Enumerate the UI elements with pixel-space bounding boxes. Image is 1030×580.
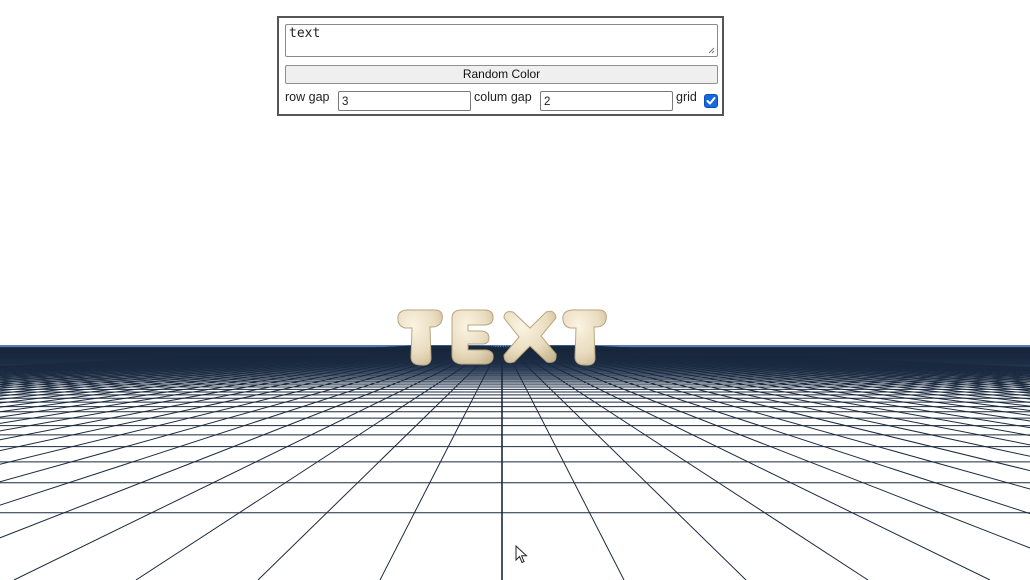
text-input-value: text — [289, 26, 321, 41]
controls-panel: text Random Color row gap 3 colum gap 2 … — [277, 16, 724, 116]
checkmark-icon — [706, 97, 716, 105]
row-gap-input[interactable]: 3 — [338, 91, 471, 111]
random-color-button[interactable]: Random Color — [285, 65, 718, 84]
grid-label: grid — [676, 90, 697, 104]
column-gap-input[interactable]: 2 — [540, 91, 673, 111]
resize-grip-icon[interactable] — [708, 47, 715, 54]
text-input[interactable]: text — [285, 24, 718, 57]
column-gap-label: colum gap — [474, 90, 532, 104]
row-gap-value: 3 — [342, 96, 349, 108]
gap-controls-row: row gap 3 colum gap 2 grid — [285, 89, 720, 111]
letter-e — [451, 309, 494, 365]
column-gap-value: 2 — [544, 96, 551, 108]
row-gap-label: row gap — [285, 90, 330, 104]
mouse-cursor-icon — [515, 545, 528, 564]
grid-checkbox[interactable] — [704, 94, 718, 108]
